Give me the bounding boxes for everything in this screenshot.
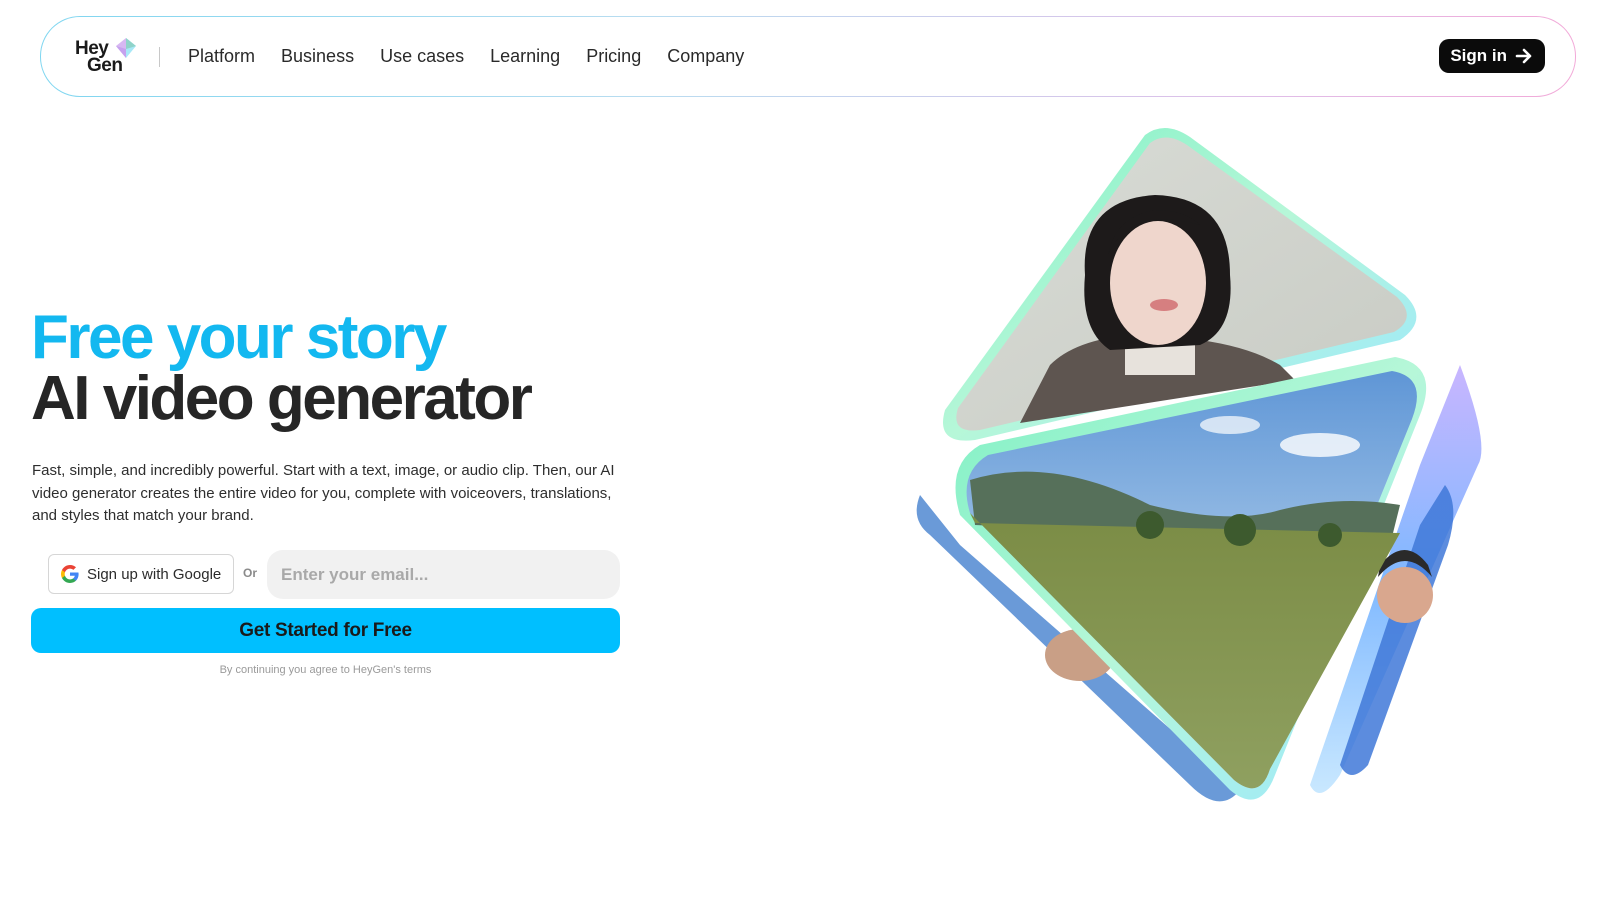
hero-video-cube-graphic bbox=[916, 127, 1482, 802]
arrow-right-icon bbox=[1515, 48, 1532, 64]
portrait-person-lips bbox=[1150, 299, 1178, 311]
top-navbar: Hey Gen Platform Business Use cases Lear… bbox=[40, 16, 1576, 97]
landscape-tree-1 bbox=[1136, 511, 1164, 539]
hero-title-main: AI video generator bbox=[31, 364, 533, 433]
cube-right-person-face bbox=[1377, 567, 1433, 623]
google-signup-button[interactable]: Sign up with Google bbox=[48, 554, 234, 594]
email-input[interactable] bbox=[267, 550, 620, 599]
sign-in-label: Sign in bbox=[1450, 46, 1507, 65]
logo-line-2: Gen bbox=[87, 54, 123, 76]
nav-link-company[interactable]: Company bbox=[667, 46, 744, 67]
terms-notice: By continuing you agree to HeyGen's term… bbox=[219, 664, 432, 676]
hero-description: Fast, simple, and incredibly powerful. S… bbox=[32, 462, 615, 524]
nav-link-pricing[interactable]: Pricing bbox=[586, 46, 641, 67]
nav-divider bbox=[159, 46, 160, 67]
heygen-logo[interactable]: Hey Gen bbox=[75, 35, 139, 79]
landscape-cloud-2 bbox=[1200, 416, 1260, 434]
nav-links: Platform Business Use cases Learning Pri… bbox=[188, 46, 770, 67]
nav-link-learning[interactable]: Learning bbox=[490, 46, 560, 67]
sign-in-button[interactable]: Sign in bbox=[1439, 39, 1545, 73]
portrait-person-face bbox=[1110, 221, 1206, 345]
or-separator: Or bbox=[243, 566, 258, 580]
nav-link-use-cases[interactable]: Use cases bbox=[380, 46, 464, 67]
landscape-tree-2 bbox=[1224, 514, 1256, 546]
nav-link-platform[interactable]: Platform bbox=[188, 46, 255, 67]
google-signup-label: Sign up with Google bbox=[87, 565, 222, 583]
get-started-button[interactable]: Get Started for Free bbox=[31, 608, 620, 653]
google-g-icon bbox=[61, 565, 79, 583]
landscape-tree-3 bbox=[1318, 523, 1342, 547]
landscape-cloud-1 bbox=[1280, 433, 1360, 457]
navbar-inner: Hey Gen Platform Business Use cases Lear… bbox=[41, 17, 1575, 96]
nav-link-business[interactable]: Business bbox=[281, 46, 354, 67]
heygen-gem-logo-icon bbox=[116, 37, 136, 58]
